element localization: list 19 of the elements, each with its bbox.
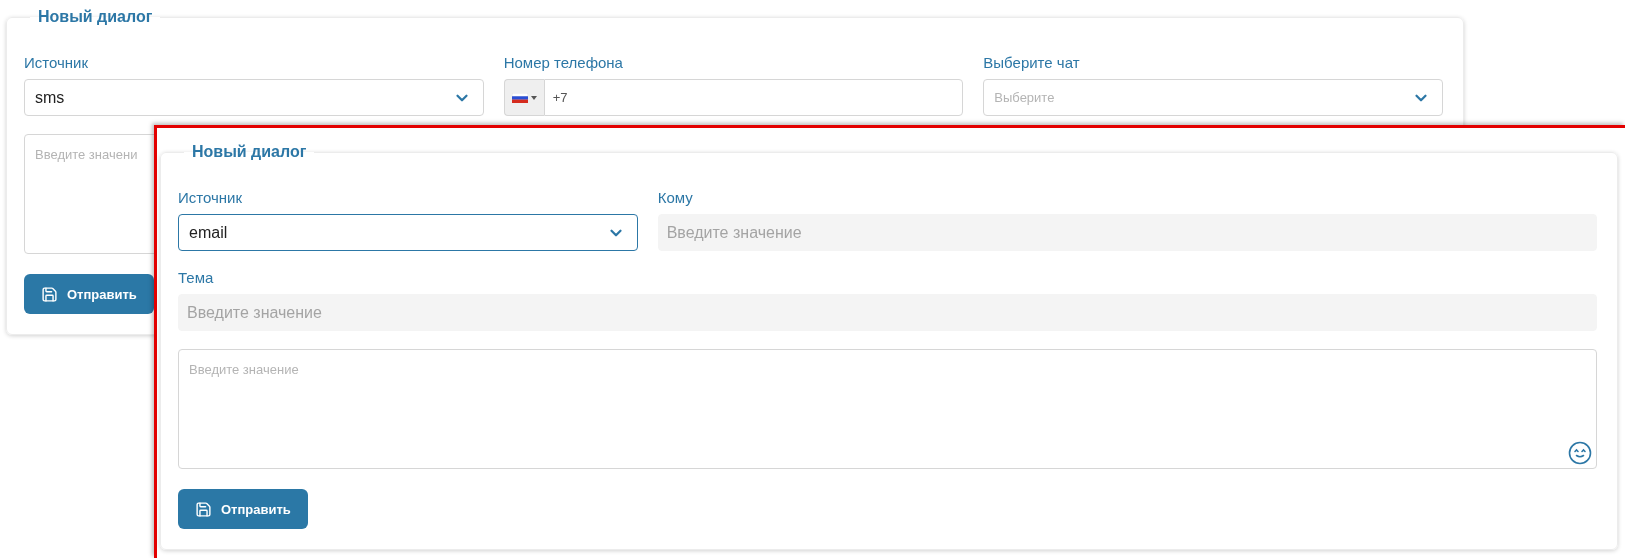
field-label: Источник [178,189,244,206]
flag-icon [511,92,528,103]
smiley-icon[interactable] [1568,441,1592,465]
select-field[interactable]: email [178,214,638,251]
caret-icon [530,95,537,100]
send-button[interactable]: Отправить [178,489,308,529]
field-label: Выберите чат [983,54,1081,71]
field-label: Источник [24,54,90,71]
field-label: Кому [657,189,694,206]
save-icon [195,500,212,518]
save-icon [41,285,58,303]
phone-field[interactable]: +7 [543,79,964,116]
field-label: Тема [178,269,215,286]
send-button[interactable]: Отправить [24,274,154,314]
panel-title: Новый диалог [191,143,308,161]
panel-title: Новый диалог [37,8,154,26]
country-selector[interactable] [503,79,544,116]
select-field[interactable]: sms [24,79,484,116]
field-label: Номер телефона [503,54,624,71]
